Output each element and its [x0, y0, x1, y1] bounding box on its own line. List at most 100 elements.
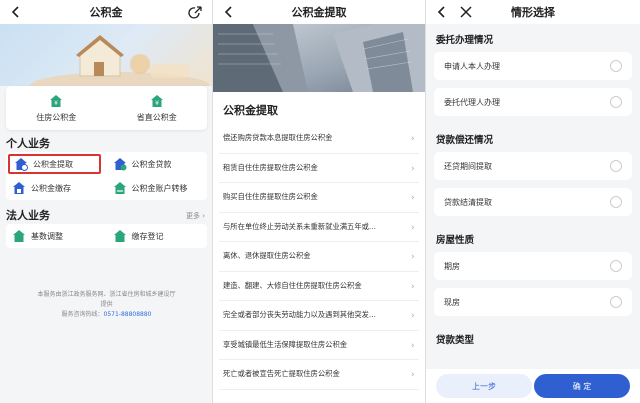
- radio-button[interactable]: [610, 60, 622, 72]
- quick-item-housing-fund[interactable]: ¥ 住房公积金: [6, 86, 107, 130]
- hotline-label: 服务咨询热线：: [61, 311, 104, 318]
- option-existing[interactable]: 现房: [434, 288, 632, 316]
- item-label: 公积金账户转移: [131, 183, 188, 193]
- footer-line: 提供: [100, 301, 113, 308]
- quick-item-label: 住房公积金: [36, 112, 77, 122]
- list-item-label: 离休、退休提取住房公积金: [223, 251, 311, 261]
- item-fund-withdraw[interactable]: 公积金提取: [8, 154, 101, 174]
- option-agent[interactable]: 委托代理人办理: [434, 88, 632, 116]
- personal-business-grid: 公积金提取 公积金贷款 公积金缴存 公积金账户转移: [6, 152, 207, 200]
- close-icon[interactable]: [458, 4, 474, 20]
- list-item-label: 与所在单位终止劳动关系未重新就业满五年或...: [223, 221, 376, 231]
- top-bar: 公积金提取: [213, 0, 425, 24]
- page-title: 情形选择: [511, 6, 555, 19]
- chevron-right-icon: ›: [411, 163, 415, 174]
- list-item-label: 完全或者部分丧失劳动能力以及遇到其他突发...: [223, 310, 376, 320]
- radio-button[interactable]: [610, 260, 622, 272]
- quick-item-provincial-fund[interactable]: ¥ 省直公积金: [107, 86, 208, 130]
- list-item[interactable]: 购买自住住房提取住房公积金 ›: [219, 183, 419, 213]
- radio-button[interactable]: [610, 196, 622, 208]
- page-title: 公积金提取: [291, 6, 347, 19]
- footer-hotline: 服务咨询热线：0571-88808880: [14, 310, 199, 320]
- option-settled[interactable]: 贷款结清提取: [434, 188, 632, 216]
- back-arrow-icon[interactable]: [8, 4, 24, 20]
- list-item-label: 死亡或者被宣告死亡提取住房公积金: [223, 369, 340, 379]
- share-icon[interactable]: [188, 4, 204, 20]
- option-label: 委托代理人办理: [444, 97, 500, 107]
- back-arrow-icon[interactable]: [221, 4, 237, 20]
- radio-button[interactable]: [610, 296, 622, 308]
- back-arrow-icon[interactable]: [434, 4, 450, 20]
- footer-line: 本服务由浙江政务服务网、浙江省住房和城乡建设厅: [37, 291, 176, 298]
- item-label: 缴存登记: [131, 231, 164, 241]
- banner-image: [0, 24, 212, 86]
- item-fund-deposit[interactable]: 公积金缴存: [6, 176, 107, 200]
- panel-housing-fund: 公积金 ¥ 住房公积金 ¥ 省直公积金 个人业务 公积金提取 公积金贷款 公积金…: [0, 0, 213, 403]
- scenario-groups: 委托办理情况 申请人本人办理 委托代理人办理 贷款偿还情况 还贷期间提取 贷款结…: [426, 24, 640, 352]
- svg-text:¥: ¥: [155, 100, 159, 107]
- item-deposit-register[interactable]: 缴存登记: [107, 224, 208, 248]
- service-footer: 本服务由浙江政务服务网、浙江省住房和城乡建设厅 提供 服务咨询热线：0571-8…: [0, 290, 212, 320]
- more-label: 更多: [185, 212, 200, 220]
- list-item[interactable]: 建造、翻建、大修自住住房提取住房公积金 ›: [219, 272, 419, 301]
- option-self[interactable]: 申请人本人办理: [434, 52, 632, 80]
- top-bar: 公积金: [0, 0, 212, 24]
- house-register-icon: [113, 229, 127, 243]
- chevron-right-icon: ›: [411, 252, 415, 263]
- group-title: 贷款类型: [436, 335, 475, 346]
- list-item[interactable]: 偿还购房贷款本息提取住房公积金 ›: [219, 124, 419, 154]
- chevron-right-icon: ›: [411, 370, 415, 381]
- list-item[interactable]: 与所在单位终止劳动关系未重新就业满五年或... ›: [219, 213, 419, 242]
- group-title: 贷款偿还情况: [436, 135, 494, 146]
- option-label: 期房: [444, 261, 460, 271]
- item-fund-transfer[interactable]: 公积金账户转移: [107, 176, 208, 200]
- item-label: 公积金贷款: [131, 159, 172, 169]
- confirm-button[interactable]: 确 定: [534, 374, 630, 398]
- option-label: 现房: [444, 297, 460, 307]
- business-sections: 个人业务 公积金提取 公积金贷款 公积金缴存 公积金账户转移 法人业务 更多 ›…: [0, 136, 212, 248]
- group-title: 房屋性质: [436, 235, 475, 246]
- option-off-plan[interactable]: 期房: [434, 252, 632, 280]
- panel-fund-withdraw: 公积金提取 公积金提取 偿还购房贷款本息提取住房公积金 › 租赁自住住房提取住房公…: [213, 0, 426, 403]
- list-item-label: 建造、翻建、大修自住住房提取住房公积金: [223, 280, 362, 290]
- option-label: 申请人本人办理: [444, 61, 500, 71]
- banner-image: [213, 24, 425, 92]
- section-title: 公积金提取: [223, 104, 278, 117]
- chevron-right-icon: ›: [411, 340, 415, 351]
- item-base-adjust[interactable]: 基数调整: [6, 224, 107, 248]
- item-label: 公积金提取: [33, 159, 73, 169]
- house-withdraw-icon: [14, 157, 28, 171]
- list-item[interactable]: 享受城镇最低生活保障提取住房公积金 ›: [219, 331, 419, 360]
- option-label: 还贷期间提取: [444, 161, 492, 171]
- house-transfer-icon: [113, 181, 127, 195]
- chevron-right-icon: ›: [411, 281, 415, 292]
- quick-item-label: 省直公积金: [136, 112, 177, 122]
- radio-button[interactable]: [610, 160, 622, 172]
- panel-scenario-select: 情形选择 委托办理情况 申请人本人办理 委托代理人办理 贷款偿还情况 还贷期间提…: [426, 0, 640, 403]
- item-fund-loan[interactable]: 公积金贷款: [107, 152, 208, 176]
- section-title-corporate: 法人业务 更多 ›: [0, 208, 212, 224]
- list-item[interactable]: 完全或者部分丧失劳动能力以及遇到其他突发... ›: [219, 301, 419, 331]
- list-item[interactable]: 死亡或者被宣告死亡提取住房公积金 ›: [219, 360, 419, 390]
- house-adjust-icon: [12, 229, 26, 243]
- list-item-label: 偿还购房贷款本息提取住房公积金: [223, 133, 333, 143]
- withdraw-reason-list: 偿还购房贷款本息提取住房公积金 › 租赁自住住房提取住房公积金 › 购买自住住房提取…: [213, 124, 425, 390]
- more-link[interactable]: 更多 ›: [185, 208, 212, 224]
- quick-entry-card: ¥ 住房公积金 ¥ 省直公积金: [6, 86, 207, 130]
- previous-step-button[interactable]: 上一步: [436, 374, 532, 398]
- chevron-right-icon: ›: [411, 193, 415, 204]
- list-item[interactable]: 离休、退休提取住房公积金 ›: [219, 242, 419, 272]
- page-title: 公积金: [89, 6, 123, 19]
- chevron-right-icon: ›: [411, 222, 415, 233]
- option-repaying[interactable]: 还贷期间提取: [434, 152, 632, 180]
- action-bar: 上一步 确 定: [426, 369, 640, 403]
- list-item[interactable]: 租赁自住住房提取住房公积金 ›: [219, 154, 419, 183]
- list-item-label: 购买自住住房提取住房公积金: [223, 192, 318, 202]
- radio-button[interactable]: [610, 96, 622, 108]
- group-title: 委托办理情况: [436, 35, 494, 46]
- chevron-right-icon: ›: [411, 311, 415, 322]
- corporate-business-grid: 基数调整 缴存登记: [6, 224, 207, 248]
- chevron-right-icon: ›: [411, 134, 415, 145]
- hotline-number[interactable]: 0571-88808880: [104, 311, 152, 318]
- house-loan-icon: [113, 157, 127, 171]
